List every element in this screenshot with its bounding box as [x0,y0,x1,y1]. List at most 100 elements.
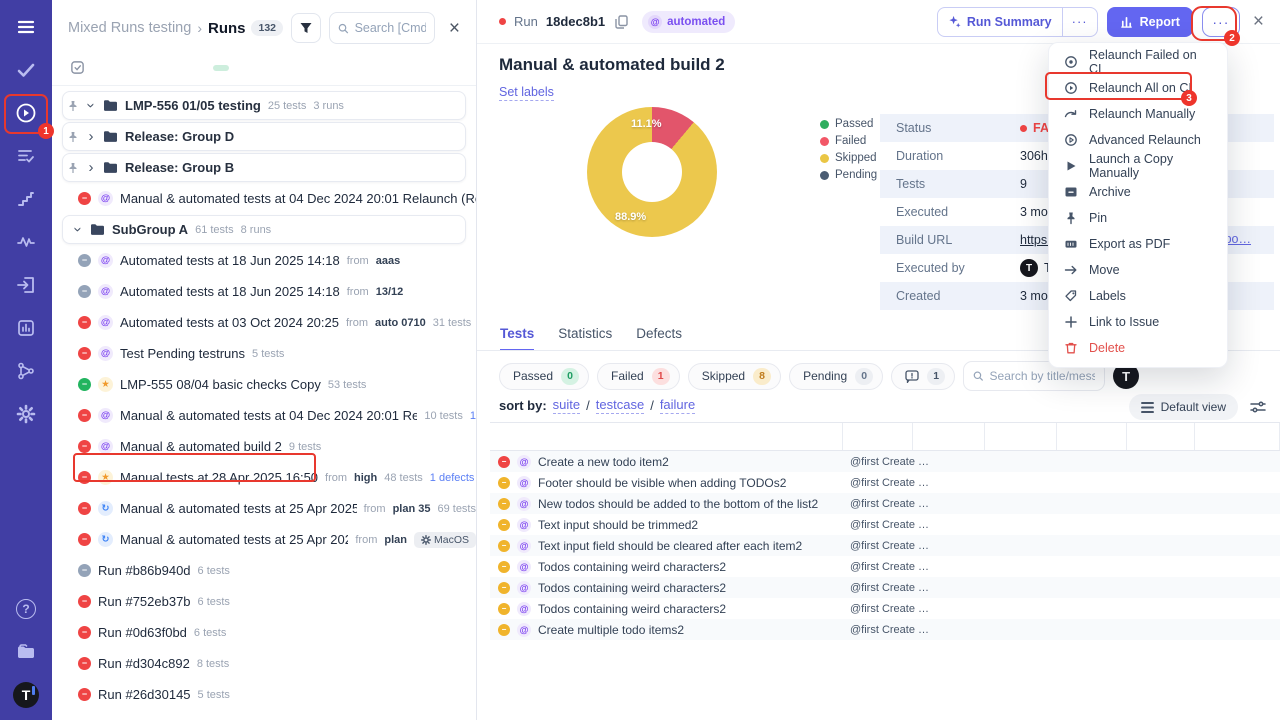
run-list-row-body[interactable]: › − Release: Group B from [62,153,466,182]
menu-item-relaunch-manually[interactable]: Relaunch Manually [1049,101,1227,127]
chevron-icon[interactable]: › [86,129,96,144]
user-avatar[interactable]: T [13,682,39,708]
run-defects-link[interactable]: 1 [470,410,476,422]
status-chip[interactable]: Skipped 8 [687,362,782,390]
table-row[interactable]: − Text input field should be cleared aft… [490,535,1280,556]
status-chip[interactable]: Failed 1 [597,362,680,390]
table-header-cell[interactable] [1195,423,1280,450]
pulse-icon[interactable] [13,229,39,255]
menu-item-relaunch-all-ci[interactable]: Relaunch All on CI [1049,75,1227,101]
table-row[interactable]: − Todos containing weird characters2 @fi… [490,556,1280,577]
run-list-row-body[interactable]: › − Manual & automated tests at 04 Dec 2… [62,184,476,213]
table-row[interactable]: − Todos containing weird characters2 @fi… [490,598,1280,619]
run-list-row-body[interactable]: › − Run #26d30145 from 5 tests [62,680,476,709]
legend-item[interactable]: Skipped [820,152,877,164]
import-icon[interactable] [13,272,39,298]
analytics-icon[interactable] [13,315,39,341]
filter-button[interactable] [291,13,322,43]
default-view-button[interactable]: Default view [1128,394,1238,420]
menu-item-export-pdf[interactable]: Export as PDF [1049,231,1227,257]
steps-icon[interactable] [13,186,39,212]
run-list-row-body[interactable]: › − Run #b86b940d from 6 tests [62,556,476,585]
runs-search-input[interactable] [354,21,426,35]
check-icon[interactable] [13,57,39,83]
table-row[interactable]: − Create a new todo item2 @first Create … [490,451,1280,472]
tab-statistics[interactable]: Statistics [558,326,612,351]
table-row[interactable]: − Footer should be visible when adding T… [490,472,1280,493]
sort-by-failure[interactable]: failure [659,397,696,414]
table-row[interactable]: − Todos containing weird characters2 @fi… [490,577,1280,598]
status-chip[interactable]: Pending 0 [789,362,884,390]
more-actions-button[interactable]: ··· [1201,6,1240,37]
run-list-row-body[interactable]: › − Run #0d63f0bd from 6 tests [62,618,476,647]
chevron-icon[interactable]: › [70,225,87,235]
run-summary-button[interactable]: Run Summary ··· [936,6,1098,37]
menu-item-relaunch-failed-ci[interactable]: Relaunch Failed on CI [1049,48,1227,76]
run-list-row-body[interactable]: › − Test Pending testruns from 5 tests [62,339,476,368]
table-header-cell[interactable] [843,423,913,450]
run-list-row-body[interactable]: › − Run #752eb37b from 6 tests [62,587,476,616]
automated-badge[interactable]: @ automated [642,10,736,33]
run-list-row-body[interactable]: › − Manual & automated tests at 04 Dec 2… [62,401,476,430]
run-list-row-body[interactable]: › − Automated tests at 18 Jun 2025 14:18… [62,246,476,275]
table-header-cell[interactable] [913,423,985,450]
breadcrumb-section[interactable]: Runs [208,20,246,37]
tab-tests[interactable]: Tests [500,326,535,351]
legend-item[interactable]: Failed [820,135,877,147]
list-close-icon[interactable]: × [443,17,466,40]
files-icon[interactable] [13,639,39,665]
tab-defects[interactable]: Defects [636,326,682,351]
menu-item-labels[interactable]: Labels [1049,283,1227,309]
table-header-cell[interactable] [1057,423,1127,450]
table-row[interactable]: − Text input should be trimmed2 @first C… [490,514,1280,535]
help-icon[interactable]: ? [13,596,39,622]
menu-item-link-to-issue[interactable]: Link to Issue [1049,309,1227,335]
select-all-icon[interactable] [70,60,85,75]
run-list-row-body[interactable]: › − Automated tests at 18 Jun 2025 14:18… [62,277,476,306]
legend-item[interactable]: Passed [820,118,877,130]
branch-icon[interactable] [13,358,39,384]
sort-by-testcase[interactable]: testcase [595,397,645,414]
menu-item-pin[interactable]: Pin [1049,205,1227,231]
run-list-row-body[interactable]: › − Automated tests at 03 Oct 2024 20:25… [62,308,476,337]
settings-gear-icon[interactable] [13,401,39,427]
menu-icon[interactable] [13,14,39,40]
run-list-row-body[interactable]: › − LMP-556 01/05 testing from 25 tests … [62,91,466,120]
build-url-link-tail[interactable]: po… [1225,232,1251,246]
runs-play-icon[interactable] [13,100,39,126]
table-header-cell[interactable] [490,423,843,450]
chevron-icon[interactable]: › [83,101,100,111]
chevron-icon[interactable]: › [86,160,96,175]
menu-item-advanced-relaunch[interactable]: Advanced Relaunch [1049,127,1227,153]
run-list-row-body[interactable]: › − SubGroup A from 61 tests 8 runs [62,215,466,244]
close-icon[interactable]: × [1249,11,1268,33]
menu-item-delete[interactable]: Delete [1049,335,1227,361]
table-header-cell[interactable] [1127,423,1195,450]
run-list-row-body[interactable]: › − Manual & automated build 2 from 9 te… [62,432,476,461]
menu-item-move[interactable]: Move [1049,257,1227,283]
run-defects-link[interactable]: 1 defects [430,472,475,484]
run-list-row-body[interactable]: › − Manual & automated tests at 25 Apr 2… [62,525,476,554]
status-chip[interactable]: Passed 0 [499,362,590,390]
run-list-row-body[interactable]: › − LMP-555 08/04 basic checks Copy from… [62,370,476,399]
run-list-row-body[interactable]: › − Run #d304c892 from 8 tests [62,649,476,678]
legend-item[interactable]: Pending [820,169,877,181]
checklist-icon[interactable] [13,143,39,169]
table-header-cell[interactable] [985,423,1057,450]
breadcrumb-project[interactable]: Mixed Runs testing [68,20,191,36]
table-row[interactable]: − New todos should be added to the botto… [490,493,1280,514]
menu-item-launch-copy[interactable]: Launch a Copy Manually [1049,152,1227,180]
table-row[interactable]: − Create multiple todo items2 @first Cre… [490,619,1280,640]
sort-by-suite[interactable]: suite [552,397,581,414]
runs-filter-tab[interactable] [213,64,229,71]
tests-search-input[interactable] [989,369,1096,383]
copy-icon[interactable] [615,14,628,29]
menu-item-archive[interactable]: Archive [1049,179,1227,205]
results-donut-chart[interactable]: 11.1% 88.9% [587,107,717,237]
report-button[interactable]: Report [1106,6,1193,37]
comments-chip[interactable]: 1 [891,362,956,390]
run-summary-more-icon[interactable]: ··· [1063,14,1097,29]
view-settings-icon[interactable] [1250,400,1266,414]
set-labels-link[interactable]: Set labels [499,85,554,101]
run-list-row-body[interactable]: › − Release: Group D from [62,122,466,151]
